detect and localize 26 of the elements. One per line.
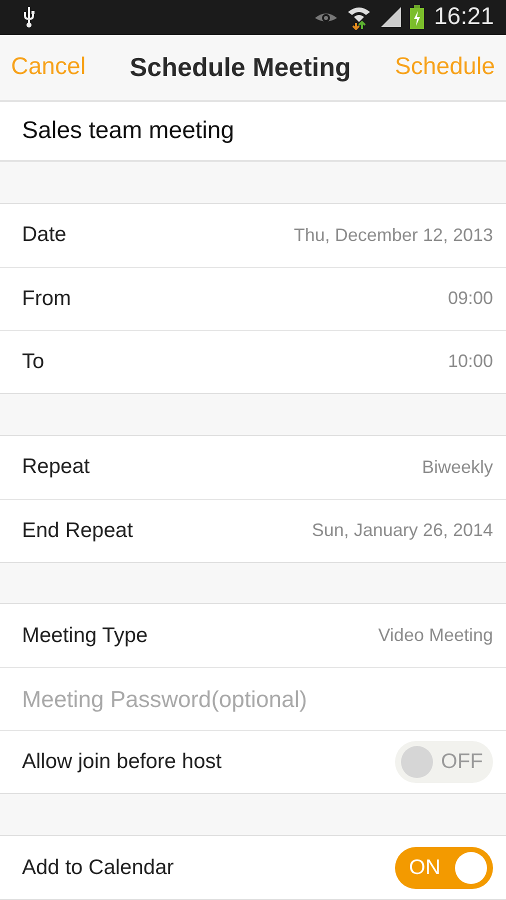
screen-title: Schedule Meeting <box>130 52 351 83</box>
row-label: End Repeat <box>22 518 133 543</box>
row-value[interactable]: 09:00 <box>448 288 493 310</box>
row-label: Allow join before host <box>22 750 222 774</box>
row-value[interactable]: Video Meeting <box>378 625 493 646</box>
topic-row[interactable]: Sales team meeting <box>0 102 506 162</box>
row-label: From <box>22 286 71 311</box>
signal-icon <box>380 6 402 28</box>
row-label: Date <box>22 223 66 248</box>
topic-field[interactable]: Sales team meeting <box>22 116 484 145</box>
row-label: Meeting Type <box>22 624 148 648</box>
schedule-button[interactable]: Schedule <box>394 53 495 82</box>
toggle-switch[interactable]: OFF <box>395 741 493 784</box>
row-value[interactable]: Sun, January 26, 2014 <box>312 520 493 542</box>
row-label: To <box>22 350 44 374</box>
row-label: Add to Calendar <box>22 856 174 880</box>
row-value[interactable]: Biweekly <box>422 456 493 478</box>
usb-icon <box>22 6 36 28</box>
row-label: Repeat <box>22 455 90 480</box>
row-value[interactable]: Thu, December 12, 2013 <box>294 224 493 246</box>
status-time: 16:21 <box>434 3 494 32</box>
password-field[interactable]: Meeting Password(optional) <box>22 686 493 713</box>
toggle-switch[interactable]: ON <box>395 846 493 888</box>
battery-icon <box>410 5 424 30</box>
cancel-button[interactable]: Cancel <box>11 53 86 82</box>
row-value[interactable]: 10:00 <box>448 351 493 372</box>
